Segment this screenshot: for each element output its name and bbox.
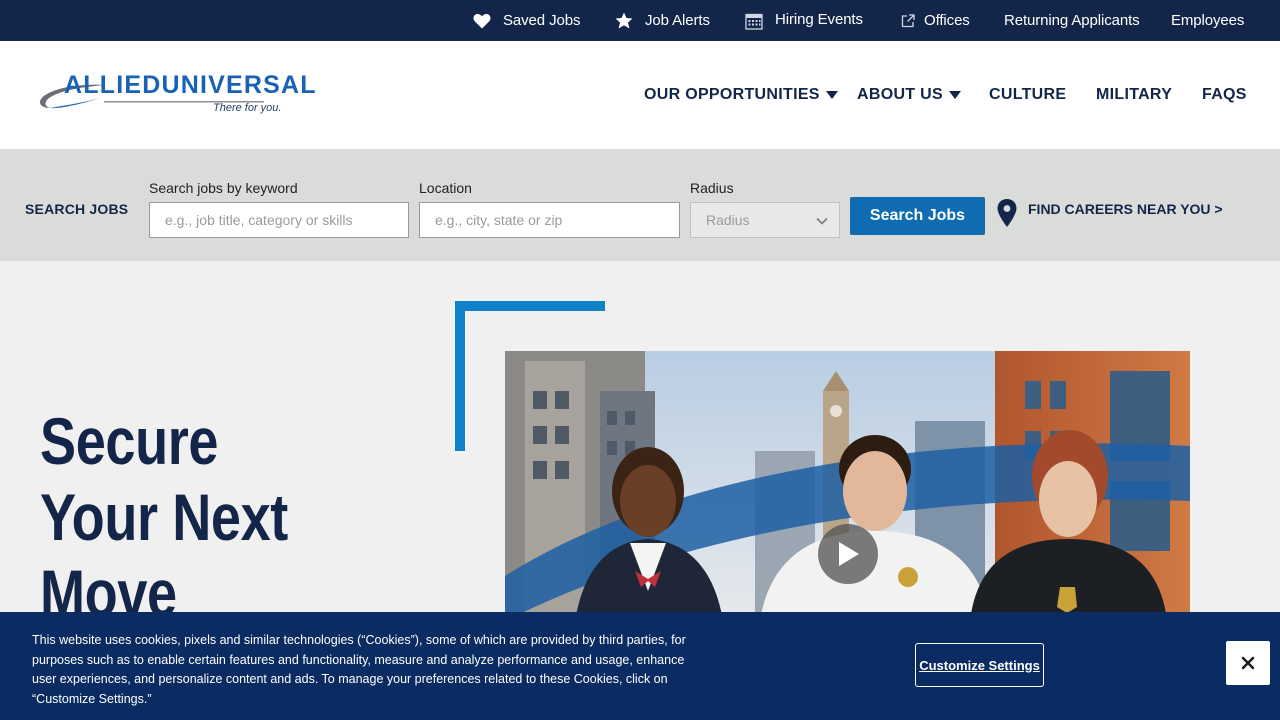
caret-down-icon — [825, 91, 838, 99]
location-input[interactable] — [419, 202, 680, 238]
hero-title-line: Your Next — [40, 480, 288, 554]
nav-our-opportunities-label: OUR OPPORTUNITIES — [644, 86, 820, 103]
caret-down-icon — [948, 91, 961, 99]
returning-applicants-link[interactable]: Returning Applicants — [1004, 0, 1140, 41]
utility-bar: Saved Jobs Job Alerts Hiring Events Offi… — [0, 0, 1280, 41]
radius-select[interactable]: Radius — [690, 202, 840, 238]
find-careers-label: FIND CAREERS NEAR YOU > — [1028, 201, 1223, 217]
offices-link[interactable]: Offices — [901, 0, 970, 41]
hero-title: Secure Your Next Move — [40, 403, 288, 631]
map-pin-icon — [997, 199, 1017, 227]
nav-culture[interactable]: CULTURE — [989, 84, 1066, 106]
search-jobs-button[interactable]: Search Jobs — [850, 197, 985, 235]
star-icon — [615, 12, 633, 29]
hero-video-thumbnail[interactable] — [505, 351, 1190, 621]
calendar-icon — [745, 13, 763, 30]
nav-culture-label: CULTURE — [989, 86, 1067, 103]
nav-about-us[interactable]: ABOUT US — [857, 84, 961, 106]
job-search-bar: SEARCH JOBS Search jobs by keyword Locat… — [0, 149, 1280, 261]
site-header: ALLIEDUNIVERSAL There for you. OUR OPPOR… — [0, 41, 1280, 149]
video-play-button[interactable] — [818, 524, 878, 584]
job-alerts-link[interactable]: Job Alerts — [615, 0, 710, 41]
keyword-input[interactable] — [149, 202, 409, 238]
customize-settings-button[interactable]: Customize Settings — [915, 643, 1044, 687]
find-careers-near-you-link[interactable]: FIND CAREERS NEAR YOU > — [996, 197, 1223, 229]
hero-title-line: Secure — [40, 404, 219, 478]
hero-frame-accent — [455, 301, 605, 311]
offices-label: Offices — [924, 12, 970, 29]
radius-selected-value: Radius — [706, 212, 750, 228]
cookie-notice-text: This website uses cookies, pixels and si… — [32, 633, 686, 706]
saved-jobs-label: Saved Jobs — [503, 12, 581, 29]
play-icon — [839, 542, 859, 566]
nav-about-us-label: ABOUT US — [857, 86, 943, 103]
nav-faqs[interactable]: FAQS — [1202, 84, 1247, 106]
returning-applicants-label: Returning Applicants — [1004, 12, 1140, 29]
employees-link[interactable]: Employees — [1171, 0, 1244, 41]
hero-frame-accent — [455, 301, 465, 451]
hiring-events-link[interactable]: Hiring Events — [745, 0, 863, 41]
cookie-consent-banner: This website uses cookies, pixels and si… — [0, 612, 1280, 720]
close-icon — [1241, 656, 1255, 670]
job-alerts-label: Job Alerts — [645, 12, 710, 29]
allied-universal-logo[interactable]: ALLIEDUNIVERSAL There for you. — [38, 71, 316, 121]
chevron-down-icon — [816, 217, 828, 225]
logo-tagline: There for you. — [213, 102, 282, 114]
hiring-events-label: Hiring Events — [775, 11, 863, 28]
saved-jobs-link[interactable]: Saved Jobs — [473, 0, 580, 41]
location-label: Location — [419, 180, 472, 196]
search-heading: SEARCH JOBS — [25, 201, 129, 217]
close-cookie-banner-button[interactable] — [1226, 641, 1270, 685]
employees-label: Employees — [1171, 12, 1245, 29]
keyword-label: Search jobs by keyword — [149, 180, 298, 196]
heart-icon — [473, 13, 491, 28]
logo-wordmark: ALLIEDUNIVERSAL — [64, 71, 317, 99]
nav-military[interactable]: MILITARY — [1096, 84, 1172, 106]
nav-our-opportunities[interactable]: OUR OPPORTUNITIES — [644, 84, 838, 106]
external-link-icon — [901, 13, 915, 27]
radius-label: Radius — [690, 180, 734, 196]
nav-military-label: MILITARY — [1096, 86, 1173, 103]
nav-faqs-label: FAQS — [1202, 86, 1247, 103]
